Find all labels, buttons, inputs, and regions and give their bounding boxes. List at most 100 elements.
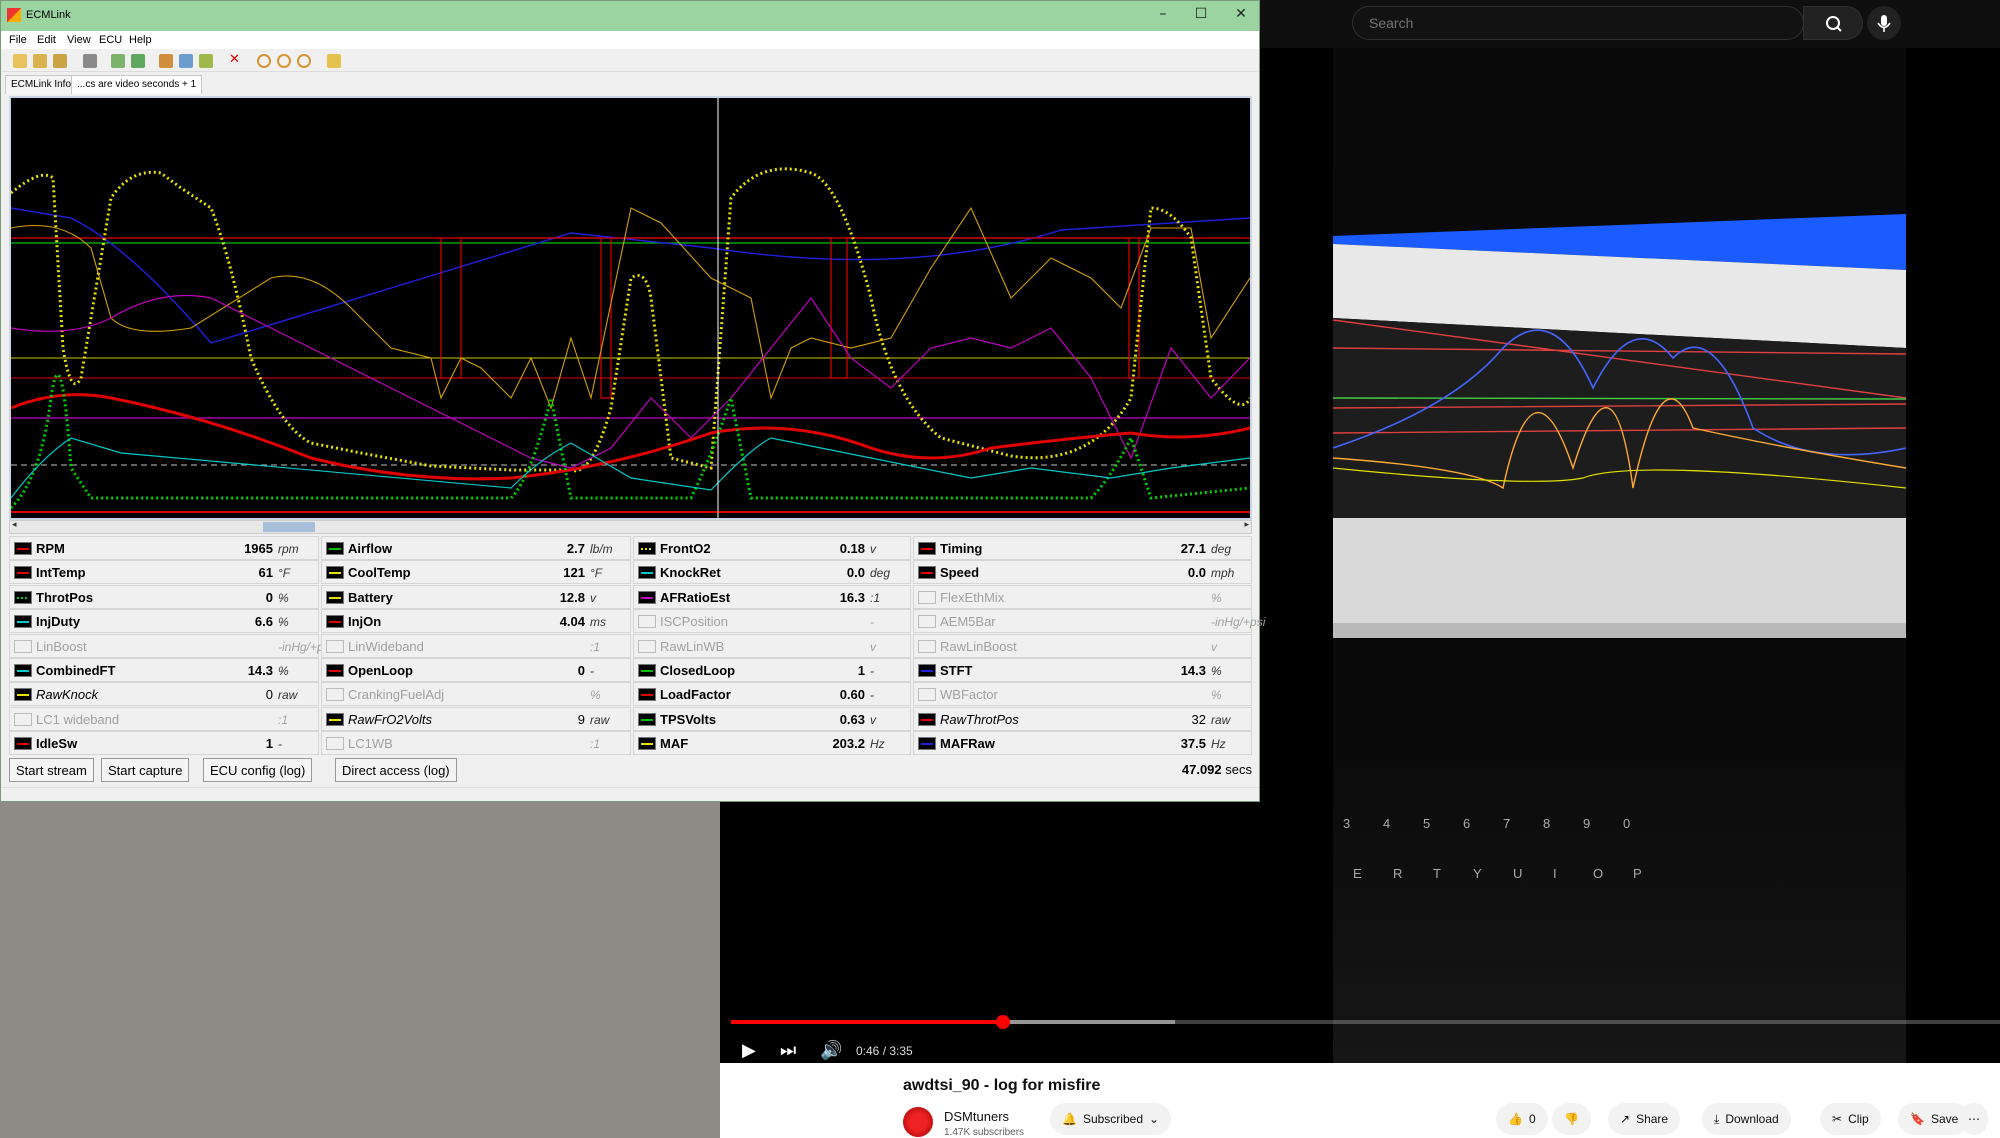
zoom-out-icon[interactable] [277, 54, 291, 68]
param-color-swatch[interactable] [326, 566, 344, 580]
param-combinedft[interactable]: CombinedFT 14.3% [9, 658, 319, 682]
param-color-swatch[interactable] [14, 590, 32, 604]
param-afratioest[interactable]: AFRatioEst 16.3:1 [633, 584, 911, 609]
minimize-icon[interactable]: – [1153, 6, 1173, 26]
param-color-swatch[interactable] [326, 639, 344, 653]
param-loadfactor[interactable]: LoadFactor 0.60- [633, 682, 911, 707]
delete-icon[interactable]: ✕ [229, 52, 243, 67]
save-icon[interactable] [33, 54, 47, 68]
param-closedloop[interactable]: ClosedLoop 1- [633, 658, 911, 682]
param-battery[interactable]: Battery 12.8 v [321, 584, 631, 609]
more-button[interactable]: ⋯ [1960, 1103, 1988, 1135]
log-graph[interactable] [9, 96, 1252, 520]
channel-name[interactable]: DSMtuners [944, 1109, 1009, 1124]
search-button[interactable] [1803, 6, 1863, 40]
param-color-swatch[interactable] [326, 737, 344, 751]
voice-search-button[interactable] [1867, 6, 1901, 40]
param-color-swatch[interactable] [918, 542, 936, 555]
param-openloop[interactable]: OpenLoop 0- [321, 658, 631, 682]
param-mafraw[interactable]: MAFRaw 37.5 Hz [913, 731, 1252, 756]
table-icon[interactable] [179, 54, 193, 68]
param-color-swatch[interactable] [918, 590, 936, 604]
param-aem5bar[interactable]: AEM5Bar -inHg/+psi [913, 609, 1265, 634]
search-input[interactable] [1369, 7, 1769, 39]
param-color-swatch[interactable] [638, 688, 656, 702]
param-color-swatch[interactable] [638, 566, 656, 580]
maximize-icon[interactable]: ☐ [1191, 6, 1211, 26]
param-lc1wb[interactable]: LC1WB:1 [321, 731, 631, 756]
param-fronto2[interactable]: FrontO2 0.18 v [633, 536, 911, 560]
param-crankingfueladj[interactable]: CrankingFuelAdj% [321, 682, 631, 707]
param-color-swatch[interactable] [14, 737, 32, 751]
param-throtpos[interactable]: ThrotPos 0% [9, 584, 319, 609]
tab-video-log[interactable]: ...cs are video seconds + 1 [71, 75, 203, 94]
param-color-swatch[interactable] [918, 639, 936, 653]
dislike-button[interactable]: 👎 [1552, 1103, 1591, 1135]
scrubber-knob[interactable] [995, 1015, 1010, 1029]
progress-bar[interactable] [731, 1015, 2000, 1029]
menu-help[interactable]: Help [129, 34, 152, 46]
param-timing[interactable]: Timing 27.1 deg [913, 536, 1252, 560]
menu-file[interactable]: File [9, 34, 27, 46]
param-injon[interactable]: InjOn 4.04 ms [321, 609, 631, 634]
param-color-swatch[interactable] [918, 664, 936, 677]
param-color-swatch[interactable] [14, 712, 32, 726]
param-color-swatch[interactable] [638, 639, 656, 653]
menu-ecu[interactable]: ECU [99, 34, 122, 46]
param-color-swatch[interactable] [918, 615, 936, 629]
param-lc1-wideband[interactable]: LC1 wideband:1 [9, 706, 319, 731]
param-rawthrotpos[interactable]: RawThrotPos 32 raw [913, 706, 1252, 731]
scroll-left-icon[interactable]: ◂ [12, 520, 17, 530]
param-color-swatch[interactable] [326, 664, 344, 677]
ecu-config-button[interactable]: ECU config (log) [203, 758, 313, 782]
param-color-swatch[interactable] [638, 664, 656, 677]
log-icon[interactable] [159, 54, 173, 68]
close-icon[interactable]: ✕ [1231, 6, 1251, 26]
connect-icon[interactable] [111, 54, 125, 68]
graph-scrollbar[interactable]: ◂ ▸ [9, 520, 1252, 534]
param-color-swatch[interactable] [326, 590, 344, 604]
export-icon[interactable] [327, 54, 341, 68]
param-idlesw[interactable]: IdleSw 1- [9, 731, 319, 756]
param-linwideband[interactable]: LinWideband:1 [321, 633, 631, 658]
param-knockret[interactable]: KnockRet 0.0 deg [633, 560, 911, 585]
next-icon[interactable]: ⏭ [780, 1040, 796, 1061]
search-box[interactable] [1352, 6, 1804, 40]
scroll-right-icon[interactable]: ▸ [1244, 520, 1249, 530]
menu-view[interactable]: View [67, 34, 91, 46]
title-bar[interactable]: ECMLink – ☐ ✕ [1, 1, 1259, 31]
param-color-swatch[interactable] [326, 688, 344, 702]
param-maf[interactable]: MAF 203.2 Hz [633, 731, 911, 756]
param-tpsvolts[interactable]: TPSVolts 0.63 v [633, 706, 911, 731]
param-rpm[interactable]: RPM 1965 rpm [9, 536, 319, 560]
open-icon[interactable] [13, 54, 27, 68]
channel-avatar[interactable] [903, 1107, 933, 1137]
param-rawlinwb[interactable]: RawLinWB v [633, 633, 911, 658]
param-flexethmix[interactable]: FlexEthMix% [913, 584, 1252, 609]
save-as-icon[interactable] [53, 54, 67, 68]
zoom-fit-icon[interactable] [297, 54, 311, 68]
param-airflow[interactable]: Airflow 2.7 lb/m [321, 536, 631, 560]
param-rawknock[interactable]: RawKnock 0 raw [9, 682, 319, 707]
param-wbfactor[interactable]: WBFactor% [913, 682, 1252, 707]
clip-button[interactable]: ✂ Clip [1820, 1103, 1881, 1135]
direct-access-button[interactable]: Direct access (log) [335, 758, 457, 782]
param-color-swatch[interactable] [638, 712, 656, 726]
param-color-swatch[interactable] [638, 542, 656, 555]
param-color-swatch[interactable] [918, 737, 936, 751]
param-cooltemp[interactable]: CoolTemp 121 °F [321, 560, 631, 585]
start-capture-button[interactable]: Start capture [101, 758, 190, 782]
zoom-in-icon[interactable] [257, 54, 271, 68]
param-color-swatch[interactable] [918, 712, 936, 726]
param-color-swatch[interactable] [326, 615, 344, 629]
param-color-swatch[interactable] [14, 639, 32, 653]
param-color-swatch[interactable] [14, 615, 32, 629]
param-color-swatch[interactable] [14, 542, 32, 555]
start-stream-button[interactable]: Start stream [9, 758, 94, 782]
param-color-swatch[interactable] [326, 712, 344, 726]
param-color-swatch[interactable] [638, 615, 656, 629]
subscribed-button[interactable]: 🔔 Subscribed ⌄ [1050, 1103, 1172, 1135]
param-color-swatch[interactable] [638, 737, 656, 751]
menu-edit[interactable]: Edit [37, 34, 56, 46]
param-color-swatch[interactable] [638, 590, 656, 604]
